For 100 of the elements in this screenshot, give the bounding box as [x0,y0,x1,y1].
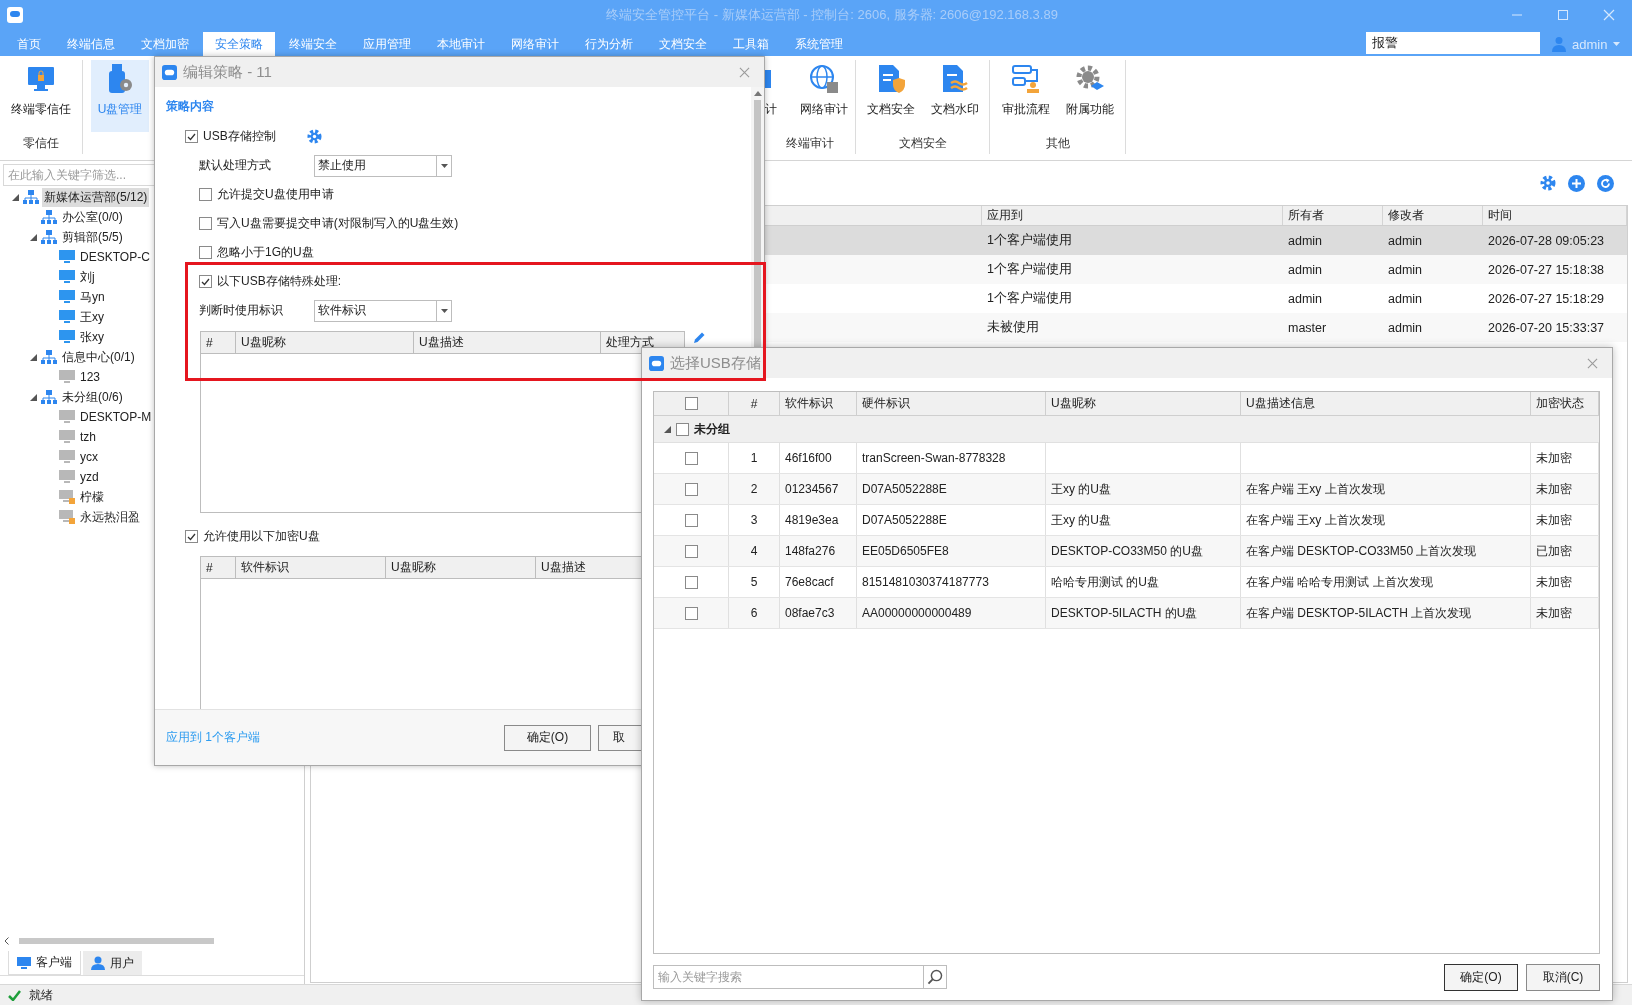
expand-arrow-icon[interactable] [664,425,671,433]
monitor-lock-icon [59,490,75,504]
tree-item[interactable]: 马yn [78,287,107,307]
ribbon-button[interactable]: 终端零信任 [12,60,70,132]
column-header[interactable]: U盘昵称 [1046,392,1241,415]
search-field[interactable]: 报警 [1366,32,1540,54]
table-cell-text: admin [1387,290,1424,308]
user-icon [1552,36,1566,52]
ribbon-button[interactable]: 文档安全 [861,60,920,132]
checkbox[interactable] [684,606,698,620]
expand-arrow-icon[interactable] [30,233,37,241]
ribbon-button[interactable]: 计 [765,60,783,132]
settings-icon[interactable] [306,129,322,144]
ribbon-button[interactable]: 审批流程 [996,60,1055,132]
table-cell: 未加密 [1536,573,1572,591]
dialog-button[interactable]: 取消(C) [1526,963,1600,991]
panel-tab[interactable]: 用户 [83,951,142,975]
ribbon-button[interactable]: 网络审计 [795,60,853,132]
expand-arrow-icon[interactable] [12,193,19,201]
checkbox[interactable] [684,397,698,410]
checkbox[interactable] [684,544,698,558]
tree-item[interactable]: 新媒体运营部(5/12) [42,187,150,207]
table-cell-text: 1个客户端使用 [986,232,1073,249]
close-icon[interactable] [1587,357,1598,369]
tree-item[interactable]: 办公室(0/0) [60,207,125,227]
refresh-icon[interactable] [1597,174,1614,192]
column-header[interactable]: U盘昵称 [386,557,536,578]
add-icon[interactable] [1568,174,1585,192]
expand-arrow-icon[interactable] [30,393,37,401]
expand-arrow-icon[interactable] [30,353,37,361]
field-label: 判断时使用标识 [199,302,284,319]
column-header[interactable]: 硬件标识 [857,392,1046,415]
ribbon-button[interactable]: 附属功能 [1060,60,1119,132]
tree-item[interactable]: 张xy [78,327,106,347]
tree-item[interactable]: tzh [78,429,98,445]
table-cell: 46f16f00 [785,451,832,465]
app-logo-icon [7,7,23,23]
checkbox[interactable] [199,275,212,288]
tree-item[interactable]: 剪辑部(5/5) [60,227,125,247]
tree-item[interactable]: 未分组(0/6) [60,387,125,407]
usb-drive-gear-icon [106,63,134,95]
user-icon [91,956,105,970]
dropdown[interactable]: 禁止使用 [314,154,452,177]
checkbox[interactable] [684,482,698,496]
settings-icon[interactable] [1540,175,1556,191]
scroll-up-arrow-icon[interactable] [753,91,762,96]
panel-tab[interactable]: 客户端 [8,951,81,975]
column-header[interactable]: 修改者 [1383,206,1483,225]
column-header[interactable]: 加密状态 [1531,392,1599,415]
table-cell: 王xy 的U盘 [1051,480,1111,498]
ribbon-button[interactable]: 文档水印 [925,60,984,132]
tree-item[interactable]: 王xy [78,307,106,327]
tree-item[interactable]: yzd [78,469,101,485]
checkbox[interactable] [185,530,198,543]
column-header[interactable]: 软件标识 [236,557,386,578]
column-header[interactable]: 软件标识 [780,392,857,415]
column-header[interactable]: U盘昵称 [236,332,414,353]
caret-icon[interactable] [440,163,448,168]
maximize-icon[interactable] [1557,9,1569,21]
tree-item[interactable]: ycx [78,449,100,465]
checkbox[interactable] [185,130,198,143]
monitor-icon [59,290,75,304]
pencil-icon[interactable] [692,331,706,345]
table-cell: 未加密 [1536,449,1572,467]
tree-item[interactable]: 永远热泪盈 [78,507,142,527]
tree-item[interactable]: 刘j [78,267,97,287]
dropdown[interactable]: 软件标识 [314,299,452,322]
dialog-button[interactable]: 确定(O) [1444,963,1518,991]
checkbox[interactable] [684,451,698,465]
checkbox[interactable] [199,217,212,230]
tree-item[interactable]: DESKTOP-M [78,409,154,425]
menu-tab[interactable]: 安全策略 [203,32,275,56]
tree-item[interactable]: 柠檬 [78,487,106,507]
checkbox[interactable] [199,188,212,201]
tree-item[interactable]: DESKTOP-C [78,249,152,265]
table-cell-text: 2026-07-27 15:18:29 [1487,290,1606,308]
column-header[interactable]: U盘描述 [414,332,601,353]
monitor-icon [59,470,75,484]
column-header[interactable]: 应用到 [982,206,1283,225]
column-header[interactable]: U盘描述信息 [1241,392,1531,415]
close-icon[interactable] [739,66,750,78]
dialog-button[interactable]: 确定(O) [504,724,591,751]
tree-item[interactable]: 信息中心(0/1) [60,347,137,367]
table-cell: 148fa276 [785,544,836,558]
checkbox[interactable] [199,246,212,259]
checkbox-label: 允许提交U盘使用申请 [217,186,334,203]
checkbox[interactable] [676,422,689,436]
column-header[interactable]: 所有者 [1283,206,1383,225]
monitor-icon [59,450,75,464]
monitor-icon [59,310,75,324]
table-cell: 未加密 [1536,604,1572,622]
column-header[interactable]: # [201,557,236,578]
tree-item[interactable]: 123 [78,369,103,385]
column-header[interactable]: # [729,392,780,415]
table-cell-text: 2026-07-28 09:05:23 [1487,232,1606,250]
table-cell: 2 [750,482,758,496]
checkbox[interactable] [684,513,698,527]
column-header[interactable]: 时间 [1483,206,1627,225]
checkbox[interactable] [684,575,698,589]
column-header[interactable]: # [201,332,236,353]
